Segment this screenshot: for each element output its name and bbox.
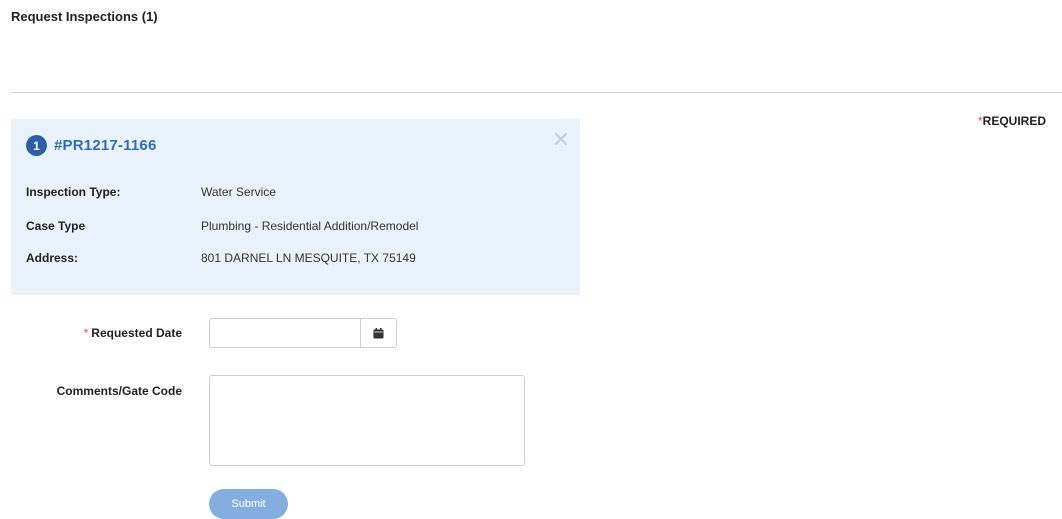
requested-date-group [209, 318, 397, 348]
card-header: 1 #PR1217-1166 [26, 135, 157, 156]
page-title: Request Inspections (1) [11, 9, 158, 24]
calendar-button[interactable] [360, 318, 397, 348]
inspection-type-label: Inspection Type: [26, 185, 121, 199]
required-label: REQUIRED [982, 114, 1046, 128]
requested-date-label-text: Requested Date [91, 326, 182, 340]
index-badge: 1 [26, 135, 47, 156]
divider [11, 92, 1062, 93]
request-inspections-page: Request Inspections (1) *REQUIRED 1 #PR1… [0, 0, 1062, 519]
close-icon[interactable] [554, 132, 568, 146]
address-label: Address: [26, 251, 79, 265]
required-note: *REQUIRED [978, 114, 1046, 128]
requested-date-label: * Requested Date [84, 326, 182, 340]
address-value: 801 DARNEL LN MESQUITE, TX 75149 [201, 251, 416, 265]
comments-label: Comments/Gate Code [56, 384, 182, 398]
inspection-card: 1 #PR1217-1166 Inspection Type: Water Se… [11, 119, 580, 295]
submit-button[interactable]: Submit [209, 489, 288, 519]
case-type-value: Plumbing - Residential Addition/Remodel [201, 219, 419, 233]
case-type-label: Case Type [26, 219, 86, 233]
permit-number: #PR1217-1166 [54, 137, 157, 154]
inspection-type-value: Water Service [201, 185, 276, 199]
requested-date-required-star: * [83, 326, 89, 340]
requested-date-input[interactable] [209, 318, 360, 348]
comments-gate-code-input[interactable] [209, 375, 525, 466]
calendar-icon [373, 327, 384, 338]
